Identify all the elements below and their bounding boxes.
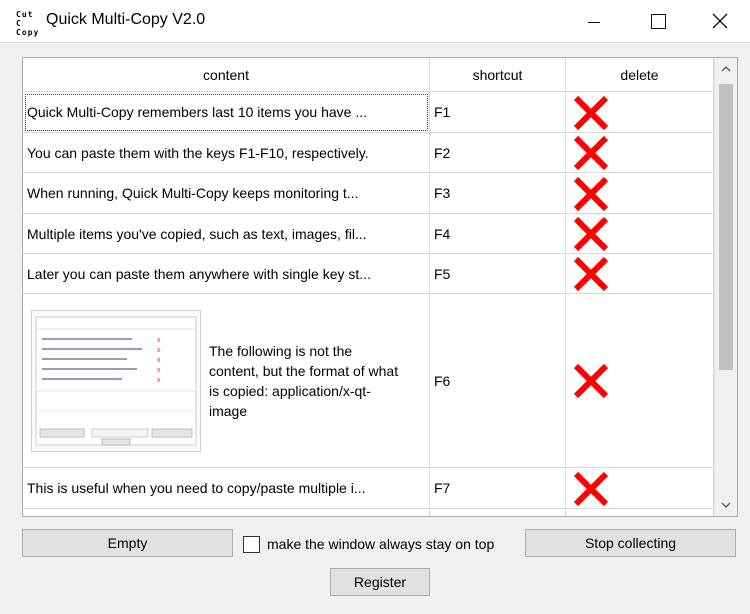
maximize-icon [650, 13, 666, 29]
svg-text:x: x [157, 347, 161, 354]
clipboard-image-thumbnail: xxxxx [31, 309, 201, 452]
content-cell[interactable]: x x x x x The following is not the content, b… [23, 294, 430, 468]
content-cell[interactable]: This is useful when you need to copy/pas… [23, 468, 430, 509]
table-row-partial [23, 509, 714, 516]
content-cell[interactable]: Later you can paste them anywhere with s… [23, 254, 430, 294]
close-button[interactable] [688, 0, 750, 42]
stop-collecting-button[interactable]: Stop collecting [525, 529, 736, 557]
empty-button[interactable]: Empty [22, 529, 233, 557]
header-shortcut[interactable]: shortcut [430, 58, 566, 92]
shortcut-cell: F4 [430, 214, 566, 254]
table-row[interactable]: Later you can paste them anywhere with s… [23, 254, 714, 294]
shortcut-cell: F2 [430, 133, 566, 173]
table-row[interactable]: x x x x x The following is not the content, b… [23, 294, 714, 468]
content-text: You can paste them with the keys F1-F10,… [27, 144, 369, 161]
delete-icon[interactable] [572, 215, 610, 253]
svg-text:x: x [157, 337, 161, 344]
table-row[interactable]: Multiple items you've copied, such as te… [23, 214, 714, 254]
always-on-top-option[interactable]: make the window always stay on top [243, 533, 494, 555]
always-on-top-checkbox[interactable] [243, 535, 260, 553]
content-text: Multiple items you've copied, such as te… [27, 225, 367, 242]
vertical-scrollbar[interactable] [714, 58, 737, 516]
delete-icon[interactable] [572, 134, 610, 172]
delete-cell[interactable] [566, 254, 714, 294]
shortcut-cell: F1 [430, 92, 566, 133]
content-text: When running, Quick Multi-Copy keeps mon… [27, 185, 359, 201]
shortcut-cell: F3 [430, 173, 566, 214]
header-delete[interactable]: delete [566, 58, 714, 92]
empty-cell [23, 509, 430, 516]
empty-cell [430, 509, 566, 516]
table-row[interactable]: This is useful when you need to copy/pas… [23, 468, 714, 509]
delete-cell[interactable] [566, 92, 714, 133]
delete-cell[interactable] [566, 173, 714, 214]
delete-cell[interactable] [566, 133, 714, 173]
content-cell[interactable]: Multiple items you've copied, such as te… [23, 214, 430, 254]
delete-icon[interactable] [572, 175, 610, 213]
content-text: Quick Multi-Copy remembers last 10 items… [27, 104, 368, 120]
always-on-top-label: make the window always stay on top [267, 536, 495, 552]
scroll-thumb[interactable] [719, 84, 733, 370]
delete-cell[interactable] [566, 294, 714, 468]
delete-icon[interactable] [572, 255, 610, 293]
content-text: The following is not the content, but th… [209, 342, 399, 419]
shortcut-cell: F5 [430, 254, 566, 294]
content-cell[interactable]: When running, Quick Multi-Copy keeps mon… [23, 173, 430, 214]
delete-icon[interactable] [572, 362, 610, 400]
content-cell[interactable]: Quick Multi-Copy remembers last 10 items… [23, 92, 430, 133]
empty-cell [566, 509, 714, 516]
app-icon: Cut C Copy [16, 10, 40, 37]
table-row[interactable]: When running, Quick Multi-Copy keeps mon… [23, 173, 714, 214]
title-bar: Cut C Copy Quick Multi-Copy V2.0 [0, 0, 750, 43]
svg-text:x: x [157, 377, 161, 384]
delete-cell[interactable] [566, 468, 714, 509]
content-text: This is useful when you need to copy/pas… [27, 480, 366, 496]
minimize-button[interactable] [562, 0, 626, 42]
shortcut-cell: F6 [430, 294, 566, 468]
delete-icon[interactable] [572, 94, 610, 132]
delete-cell[interactable] [566, 214, 714, 254]
scroll-down-button[interactable] [715, 494, 737, 516]
svg-text:x: x [157, 367, 161, 374]
close-icon [712, 13, 728, 29]
header-content[interactable]: content [23, 58, 430, 92]
scroll-up-button[interactable] [715, 58, 737, 80]
content-cell[interactable]: You can paste them with the keys F1-F10,… [23, 133, 430, 173]
chevron-up-icon [721, 66, 731, 72]
table-row[interactable]: Quick Multi-Copy remembers last 10 items… [23, 92, 714, 133]
register-button[interactable]: Register [330, 568, 430, 596]
shortcut-cell: F7 [430, 468, 566, 509]
window-title: Quick Multi-Copy V2.0 [46, 11, 206, 28]
chevron-down-icon [721, 502, 731, 508]
minimize-icon [588, 21, 600, 23]
delete-icon[interactable] [572, 470, 610, 508]
svg-text:x: x [157, 357, 161, 364]
maximize-button[interactable] [626, 0, 690, 42]
clipboard-table: content shortcut delete Quick Multi-Copy… [22, 57, 738, 517]
content-text: Later you can paste them anywhere with s… [27, 265, 371, 282]
table-row[interactable]: You can paste them with the keys F1-F10,… [23, 133, 714, 173]
